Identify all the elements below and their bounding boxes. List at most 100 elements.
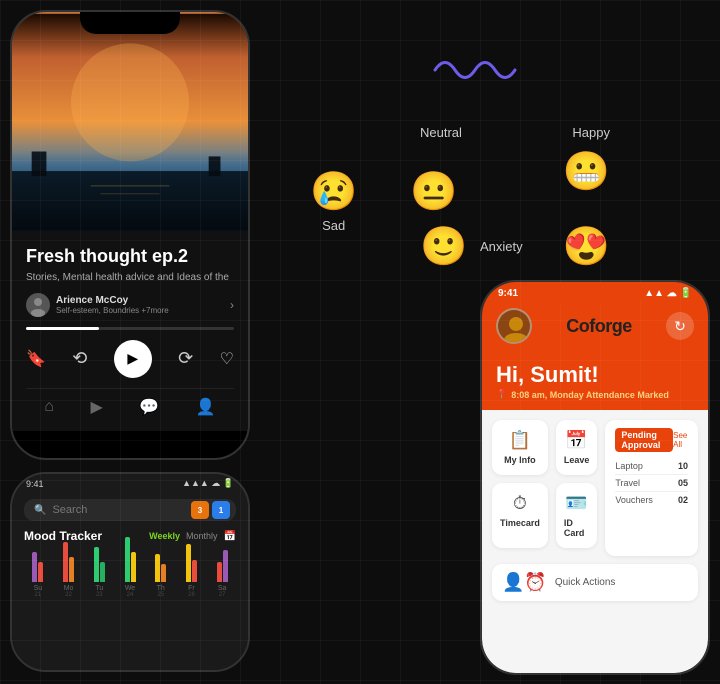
- neutral-emoji: 😐: [410, 171, 457, 213]
- coforge-main-content: 📋 My Info 📅 Leave ⏱ Timecard 🪪 ID Card: [482, 410, 708, 673]
- podcast-author-row: Arience McCoy Self-esteem, Boundries +7m…: [26, 293, 234, 317]
- search-bar[interactable]: 🔍 Search 3 1: [24, 499, 236, 521]
- leave-icon: 📅: [565, 430, 587, 451]
- pending-vouchers: Vouchers 02: [615, 492, 688, 508]
- pending-laptop-label: Laptop: [615, 461, 643, 471]
- search-placeholder: Search: [52, 504, 87, 516]
- mood-day-mo: Mo 22: [55, 532, 83, 598]
- podcast-info-panel: Fresh thought ep.2 Stories, Mental healt…: [12, 232, 248, 431]
- search-icon: 🔍: [34, 505, 46, 516]
- id-card-card[interactable]: 🪪 ID Card: [556, 483, 598, 548]
- my-info-label: My Info: [504, 455, 536, 465]
- see-all-link[interactable]: See All: [673, 431, 688, 449]
- emotion-happy-emoji: 😬: [563, 150, 610, 194]
- emotion-neutral-small: 🙂: [420, 225, 467, 269]
- chat-icon[interactable]: 💬: [139, 397, 159, 417]
- podcast-author-tags: Self-esteem, Boundries +7more: [56, 306, 230, 315]
- pending-laptop: Laptop 10: [615, 458, 688, 475]
- greeting-text: Hi, Sumit!: [496, 362, 694, 388]
- date-label-tu: 23: [96, 592, 103, 598]
- wave-icon-container: [300, 50, 650, 90]
- day-label-sa: Sa: [218, 585, 227, 592]
- podcast-subtitle: Stories, Mental health advice and Ideas …: [26, 272, 234, 283]
- day-label-we: We: [125, 585, 135, 592]
- mood-day-we: We 24: [116, 532, 144, 598]
- image-gradient-overlay: [12, 152, 248, 232]
- anxiety-label: Anxiety: [480, 239, 523, 254]
- podcast-progress-bar[interactable]: [26, 327, 234, 330]
- day-label-th: Th: [157, 585, 165, 592]
- day-label-fr: Fr: [188, 585, 195, 592]
- emotion-layout: 😢 Sad Neutral 😐 Happy 😬 🙂 Anxiety 😍: [300, 110, 620, 270]
- status-icons: ▲▲▲ ☁ 🔋: [182, 478, 234, 489]
- location-icon: 📍: [496, 389, 507, 400]
- pending-vouchers-label: Vouchers: [615, 495, 653, 505]
- podcast-controls: 🔖 ⟲ ▶ ⟳ ♡: [26, 340, 234, 378]
- leave-label: Leave: [564, 455, 590, 465]
- coforge-logo: Coforge: [566, 316, 632, 337]
- pending-vouchers-count: 02: [678, 495, 688, 505]
- timecard-card[interactable]: ⏱ Timecard: [492, 483, 548, 548]
- attendance-status: 📍 8:08 am, Monday Attendance Marked: [496, 389, 694, 400]
- coforge-phone: 9:41 ▲▲▲ ☁ 🔋 Coforge ↻ Hi, Sumit! 📍 8:08…: [480, 280, 710, 675]
- happy-emoji: 😬: [563, 151, 610, 193]
- date-label-fr: 26: [188, 592, 195, 598]
- rewind-10-icon[interactable]: ⟲: [72, 348, 87, 369]
- emotion-love-emoji: 😍: [563, 225, 610, 269]
- coforge-logo-icon[interactable]: ↻: [666, 312, 694, 340]
- my-info-card[interactable]: 📋 My Info: [492, 420, 548, 475]
- day-label-mo: Mo: [64, 585, 74, 592]
- emotion-anxiety-label-area: Anxiety: [480, 238, 523, 256]
- emotion-panel: 😢 Sad Neutral 😐 Happy 😬 🙂 Anxiety 😍: [300, 50, 650, 270]
- podcast-bottom-nav: ⌂ ▶ 💬 👤: [26, 388, 234, 421]
- id-card-icon: 🪪: [565, 493, 587, 514]
- pending-travel-count: 05: [678, 478, 688, 488]
- bottom-text: Quick Actions: [555, 577, 616, 588]
- mood-day-fr: Fr 26: [178, 532, 206, 598]
- profile-icon[interactable]: 👤: [196, 397, 216, 417]
- emotion-neutral-label-area: Neutral: [420, 125, 462, 140]
- neutral-small-emoji: 🙂: [420, 226, 467, 268]
- mood-phone-bg: 9:41 ▲▲▲ ☁ 🔋 🔍 Search 3 1 Mood Tracker W…: [12, 474, 248, 670]
- podcast-title: Fresh thought ep.2: [26, 246, 234, 268]
- id-card-label: ID Card: [564, 518, 590, 538]
- user-avatar[interactable]: [496, 308, 532, 344]
- coforge-bottom-section: 👤⏰ Quick Actions: [492, 564, 698, 601]
- bottom-icon-1: 👤⏰: [502, 572, 547, 593]
- heart-icon[interactable]: ♡: [220, 349, 234, 369]
- play-button[interactable]: ▶: [114, 340, 152, 378]
- status-time: 9:41: [26, 479, 44, 489]
- bookmark-icon[interactable]: 🔖: [26, 349, 46, 369]
- sad-label: Sad: [322, 218, 345, 233]
- attendance-text: 8:08 am, Monday Attendance Marked: [511, 390, 669, 400]
- mood-day-sa: Sa 27: [208, 532, 236, 598]
- video-icon[interactable]: ▶: [90, 397, 102, 417]
- coforge-notch: [545, 282, 645, 304]
- neutral-label: Neutral: [420, 125, 462, 140]
- my-info-icon: 📋: [509, 430, 531, 451]
- leave-card[interactable]: 📅 Leave: [556, 420, 598, 475]
- love-emoji: 😍: [563, 226, 610, 268]
- pending-laptop-count: 10: [678, 461, 688, 471]
- date-label-we: 24: [127, 592, 134, 598]
- chevron-right-icon[interactable]: ›: [230, 298, 234, 312]
- podcast-author-info: Arience McCoy Self-esteem, Boundries +7m…: [56, 295, 230, 315]
- podcast-author-avatar: [26, 293, 50, 317]
- emotion-sad: 😢 Sad: [310, 170, 357, 233]
- pending-approval-panel: Pending Approval See All Laptop 10 Trave…: [605, 420, 698, 556]
- date-label-su: 21: [35, 592, 42, 598]
- timecard-icon: ⏱: [513, 493, 527, 514]
- pending-header: Pending Approval See All: [615, 428, 688, 452]
- pending-title: Pending Approval: [615, 428, 673, 452]
- mood-status-bar: 9:41 ▲▲▲ ☁ 🔋: [12, 474, 248, 491]
- day-label-su: Su: [34, 585, 43, 592]
- phone-notch: [80, 12, 180, 34]
- home-icon[interactable]: ⌂: [44, 398, 54, 416]
- mood-chart: Su 21 Mo 22: [24, 549, 236, 614]
- notification-badge-1[interactable]: 3: [191, 501, 209, 519]
- day-label-tu: Tu: [95, 585, 103, 592]
- forward-30-icon[interactable]: ⟳: [178, 348, 193, 369]
- notification-badge-2[interactable]: 1: [212, 501, 230, 519]
- emotion-happy-label-area: Happy: [572, 125, 610, 140]
- mood-day-su: Su 21: [24, 532, 52, 598]
